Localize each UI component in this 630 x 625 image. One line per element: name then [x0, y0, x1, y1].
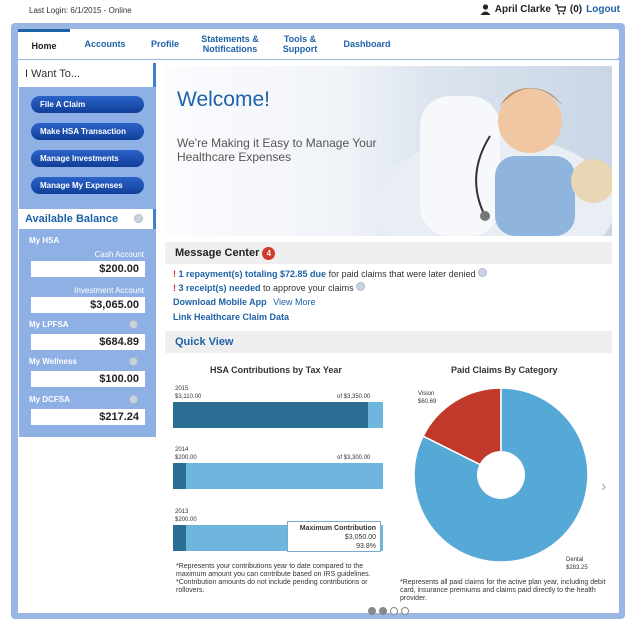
download-mobile-app-link[interactable]: Download Mobile App — [173, 297, 267, 307]
view-more-link[interactable]: View More — [273, 297, 315, 307]
carousel-dots — [368, 607, 409, 615]
message-receipts[interactable]: ! 3 receipt(s) needed to approve your cl… — [173, 282, 366, 293]
message-count-badge: 4 — [262, 247, 276, 260]
pie-footnote: *Represents all paid claims for the acti… — [400, 579, 606, 602]
dcfsa-label[interactable]: My DCFSA — [29, 395, 70, 404]
user-area: April Clarke (0) Logout — [480, 4, 620, 15]
pie-label-dental-name: Dental — [566, 557, 584, 563]
tooltip-value: $3,050.00 — [344, 534, 376, 541]
cart-icon[interactable] — [554, 4, 566, 15]
bar-fill-2014 — [173, 463, 186, 489]
pie-center-hole — [477, 451, 525, 499]
quick-view-heading: Quick View — [165, 331, 612, 353]
bar-fill-2013 — [173, 525, 186, 551]
info-icon[interactable] — [134, 214, 143, 223]
paid-claims-pie[interactable] — [410, 382, 610, 567]
wellness-value: $100.00 — [31, 371, 145, 387]
sidebar: I Want To... File A Claim Make HSA Trans… — [19, 63, 156, 437]
carousel-dot[interactable] — [401, 607, 409, 615]
bar-amount-2014: $200.00 — [175, 455, 197, 461]
lpfsa-value: $684.89 — [31, 334, 145, 350]
pie-label-vision: Vision $60.69 — [418, 390, 436, 406]
file-claim-button[interactable]: File A Claim — [31, 96, 144, 113]
investment-account-value: $3,065.00 — [31, 297, 145, 313]
bar-max-2014: of $3,300.00 — [337, 455, 371, 461]
available-balance-label: Available Balance — [25, 213, 119, 225]
info-icon[interactable] — [356, 282, 366, 291]
bar-track-2015[interactable] — [173, 402, 383, 428]
hsa-chart-title: HSA Contributions by Tax Year — [210, 365, 342, 375]
hsa-footnote-2: *Contribution amounts do not include pen… — [176, 579, 368, 594]
message-center-heading: Message Center 4 — [165, 242, 612, 264]
bar-fill-2015 — [173, 402, 368, 428]
info-icon[interactable] — [129, 395, 138, 404]
carousel-dot[interactable] — [368, 607, 376, 615]
message-center-title: Message Center — [175, 247, 260, 259]
cash-account-label: Cash Account — [94, 250, 144, 259]
pie-label-dental: Dental $283.25 — [566, 556, 588, 572]
welcome-title: Welcome! — [177, 88, 270, 111]
manage-expenses-button[interactable]: Manage My Expenses — [31, 177, 144, 194]
bar-track-2014[interactable] — [173, 463, 383, 489]
user-name[interactable]: April Clarke — [495, 4, 551, 15]
bar-amount-2015: $3,110.00 — [175, 394, 202, 400]
bar-amount-2013: $200.00 — [175, 517, 197, 523]
receipts-link[interactable]: 3 receipt(s) needed — [179, 283, 261, 293]
i-want-to-heading: I Want To... — [19, 63, 156, 87]
main-nav: Home Accounts Profile Statements & Notif… — [18, 29, 619, 59]
tab-dashboard[interactable]: Dashboard — [330, 29, 404, 59]
alert-icon: ! — [173, 269, 176, 279]
info-icon[interactable] — [129, 357, 138, 366]
cash-account-value: $200.00 — [31, 261, 145, 277]
carousel-dot[interactable] — [379, 607, 387, 615]
user-icon — [480, 4, 491, 15]
bar-year-2013: 2013 — [175, 509, 189, 515]
tooltip-title: Maximum Contribution — [299, 525, 376, 532]
pie-chart-title: Paid Claims By Category — [451, 365, 558, 375]
carousel-dot[interactable] — [390, 607, 398, 615]
pie-label-vision-value: $60.69 — [418, 399, 437, 405]
welcome-banner: Welcome! We're Making it Easy to Manage … — [165, 66, 612, 236]
repayment-link[interactable]: 1 repayment(s) totaling $72.85 due — [179, 269, 327, 279]
hsa-footnote-1: *Represents your contributions year to d… — [176, 563, 371, 578]
message-download: Download Mobile App View More — [173, 297, 316, 307]
bar-year-2015: 2015 — [175, 386, 189, 392]
hsa-footnotes: *Represents your contributions year to d… — [176, 563, 391, 595]
tab-statements[interactable]: Statements & Notifications — [190, 29, 270, 59]
receipts-text: to approve your claims — [260, 283, 354, 293]
lpfsa-label[interactable]: My LPFSA — [29, 320, 69, 329]
pie-label-dental-value: $283.25 — [566, 565, 588, 571]
repayment-text: for paid claims that were later denied — [326, 269, 476, 279]
tab-home[interactable]: Home — [18, 29, 70, 59]
make-hsa-transaction-button[interactable]: Make HSA Transaction — [31, 123, 144, 140]
max-contribution-tooltip: Maximum Contribution $3,050.00 93.8% — [287, 521, 381, 552]
top-bar: Last Login: 6/1/2015 - Online April Clar… — [0, 0, 630, 22]
investment-account-label: Investment Account — [74, 286, 144, 295]
tooltip-pct: 93.8% — [356, 543, 376, 550]
message-repayment[interactable]: ! 1 repayment(s) totaling $72.85 due for… — [173, 268, 488, 279]
wellness-label[interactable]: My Wellness — [29, 357, 77, 366]
bar-max-2015: of $3,350.00 — [337, 394, 371, 400]
bar-year-2014: 2014 — [175, 447, 189, 453]
link-claim-data-link[interactable]: Link Healthcare Claim Data — [173, 312, 289, 322]
last-login-text: Last Login: 6/1/2015 - Online — [29, 6, 132, 15]
logout-link[interactable]: Logout — [586, 4, 620, 15]
info-icon[interactable] — [129, 320, 138, 329]
tab-tools-support[interactable]: Tools & Support — [270, 29, 330, 59]
cart-count[interactable]: (0) — [570, 4, 582, 15]
hsa-label[interactable]: My HSA — [29, 236, 59, 245]
pie-label-vision-name: Vision — [418, 391, 435, 397]
tab-profile[interactable]: Profile — [140, 29, 190, 59]
manage-investments-button[interactable]: Manage Investments — [31, 150, 144, 167]
welcome-subtitle: We're Making it Easy to Manage Your Heal… — [177, 136, 377, 164]
message-link-data: Link Healthcare Claim Data — [173, 312, 289, 322]
available-balance-heading: Available Balance — [19, 209, 156, 229]
tab-accounts[interactable]: Accounts — [70, 29, 140, 59]
info-icon[interactable] — [478, 268, 488, 277]
alert-icon: ! — [173, 283, 176, 293]
dcfsa-value: $217.24 — [31, 409, 145, 425]
next-chevron-icon[interactable]: › — [601, 478, 606, 496]
